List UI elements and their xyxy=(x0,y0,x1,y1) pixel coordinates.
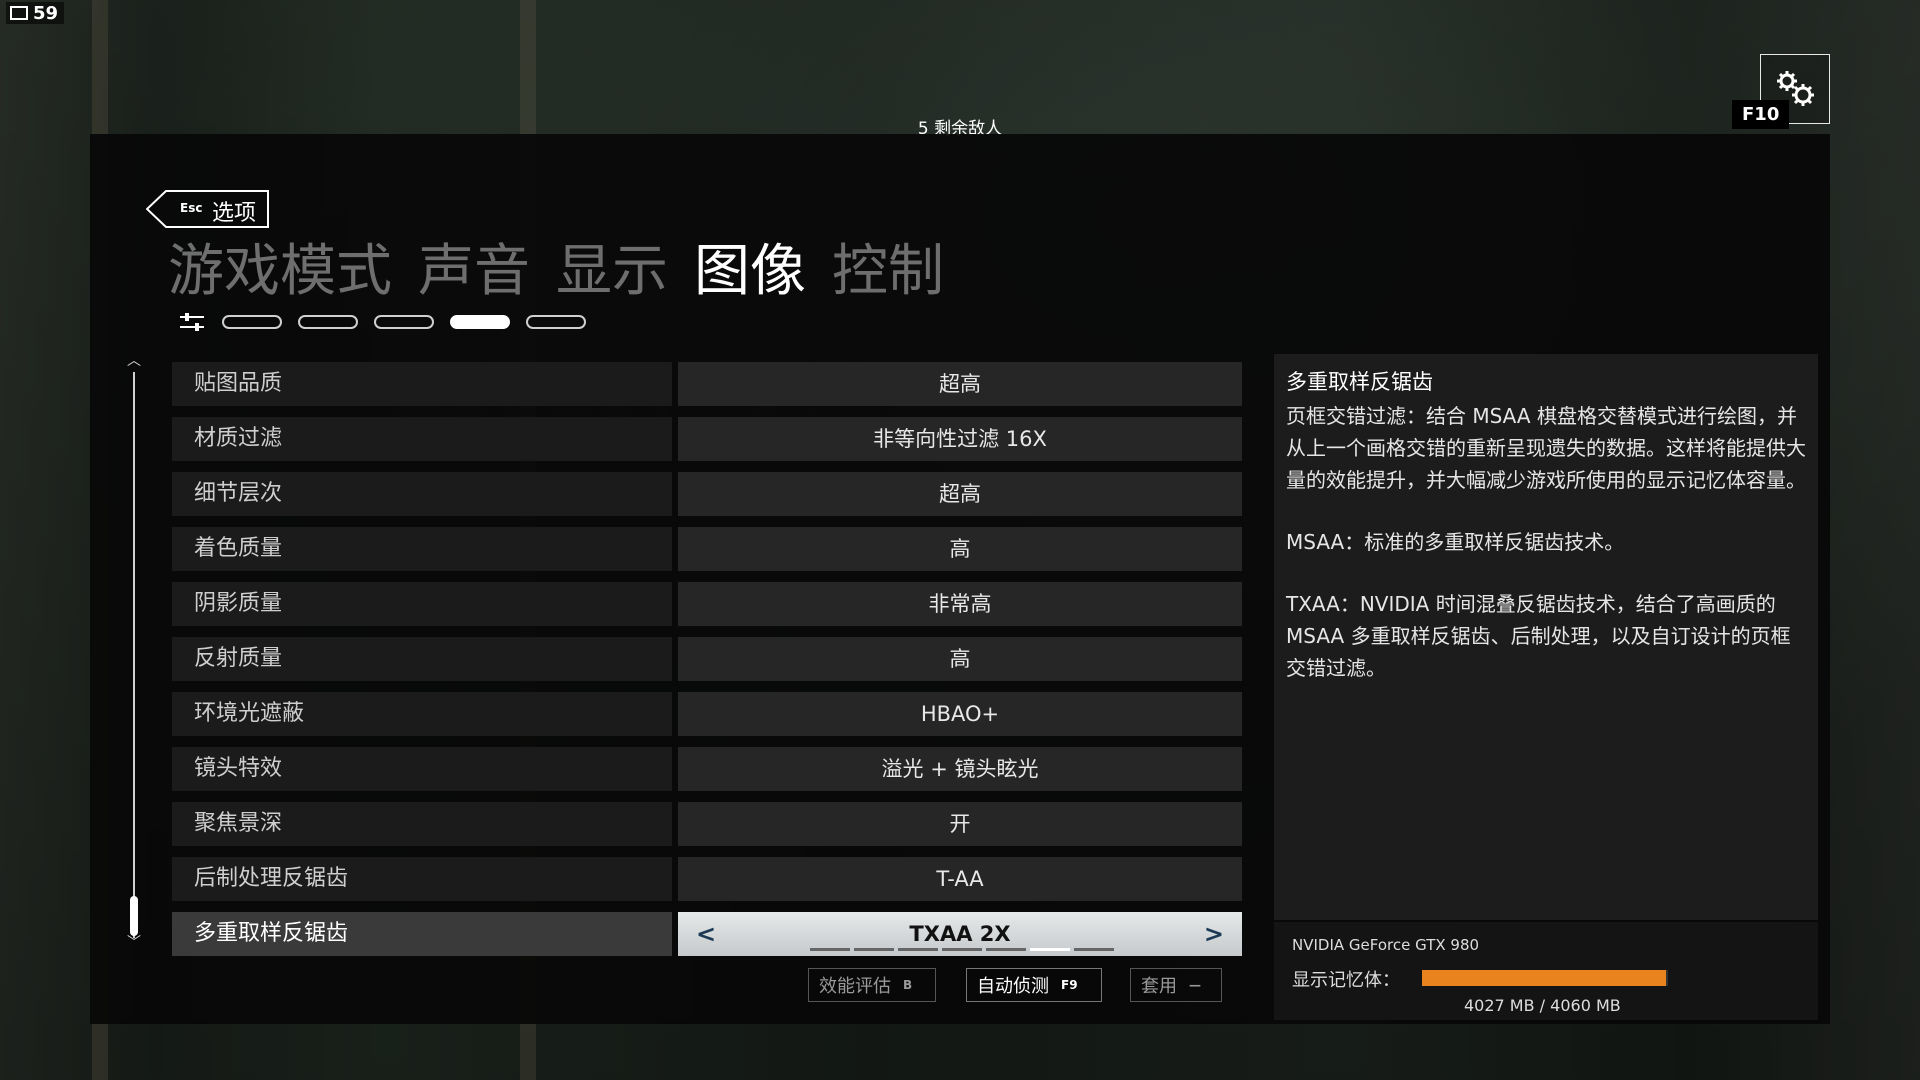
setting-value[interactable]: 开 xyxy=(678,802,1242,846)
fps-counter: 59 xyxy=(6,2,65,24)
pager-pip-display[interactable] xyxy=(374,315,434,329)
setting-label: 多重取样反锯齿 xyxy=(172,912,672,956)
back-label: 选项 xyxy=(212,201,257,226)
setting-label: 阴影质量 xyxy=(172,582,672,626)
sliders-icon[interactable] xyxy=(178,308,206,336)
setting-row-texture-quality[interactable]: 贴图品质 超高 xyxy=(172,362,1242,406)
scroll-track[interactable] xyxy=(133,372,135,938)
setting-value[interactable]: 高 xyxy=(678,527,1242,571)
tab-display[interactable]: 显示 xyxy=(556,232,668,312)
back-button[interactable]: Esc 选项 xyxy=(146,190,269,228)
setting-row-reflection-quality[interactable]: 反射质量 高 xyxy=(172,637,1242,681)
benchmark-button[interactable]: 效能评估 B xyxy=(808,968,936,1002)
setting-row-texture-filtering[interactable]: 材质过滤 非等向性过滤 16X xyxy=(172,417,1242,461)
setting-value[interactable]: 非等向性过滤 16X xyxy=(678,417,1242,461)
setting-label: 后制处理反锯齿 xyxy=(172,857,672,901)
description-title: 多重取样反锯齿 xyxy=(1286,370,1433,394)
vram-usage-bar xyxy=(1422,970,1668,986)
setting-value[interactable]: T-AA xyxy=(678,857,1242,901)
option-tick xyxy=(854,948,894,951)
setting-value-selector[interactable]: < TXAA 2X > xyxy=(678,912,1242,956)
scroll-thumb[interactable] xyxy=(130,896,138,936)
setting-label: 镜头特效 xyxy=(172,747,672,791)
apply-label: 套用 xyxy=(1141,976,1177,997)
description-paragraph: TXAA：NVIDIA 时间混叠反锯齿技术，结合了高画质的 MSAA 多重取样反… xyxy=(1286,592,1791,680)
option-tick xyxy=(986,948,1026,951)
setting-label: 环境光遮蔽 xyxy=(172,692,672,736)
benchmark-key: B xyxy=(903,978,913,992)
setting-label: 细节层次 xyxy=(172,472,672,516)
setting-row-msaa[interactable]: 多重取样反锯齿 < TXAA 2X > xyxy=(172,912,1242,956)
setting-row-depth-of-field[interactable]: 聚焦景深 开 xyxy=(172,802,1242,846)
setting-label: 着色质量 xyxy=(172,527,672,571)
vram-label: 显示记忆体： xyxy=(1292,970,1400,991)
setting-value[interactable]: 非常高 xyxy=(678,582,1242,626)
autodetect-label: 自动侦测 xyxy=(977,976,1049,997)
apply-key: — xyxy=(1189,978,1201,992)
setting-value[interactable]: 超高 xyxy=(678,472,1242,516)
tab-controls[interactable]: 控制 xyxy=(832,232,944,312)
option-tick-active xyxy=(1030,948,1070,951)
monitor-icon xyxy=(10,6,28,20)
setting-value[interactable]: HBAO+ xyxy=(678,692,1242,736)
tab-graphics[interactable]: 图像 xyxy=(694,232,806,312)
benchmark-label: 效能评估 xyxy=(819,976,891,997)
option-tick xyxy=(898,948,938,951)
setting-label: 贴图品质 xyxy=(172,362,672,406)
option-tick xyxy=(810,948,850,951)
settings-list: 贴图品质 超高 材质过滤 非等向性过滤 16X 细节层次 超高 着色质量 高 阴… xyxy=(172,362,1242,967)
tab-pager xyxy=(178,308,586,336)
option-tick xyxy=(942,948,982,951)
setting-label: 反射质量 xyxy=(172,637,672,681)
setting-row-post-aa[interactable]: 后制处理反锯齿 T-AA xyxy=(172,857,1242,901)
scroll-down-icon[interactable]: ﹀ xyxy=(127,932,141,952)
setting-label: 材质过滤 xyxy=(172,417,672,461)
settings-key-hint: F10 xyxy=(1732,100,1790,129)
setting-row-shading-quality[interactable]: 着色质量 高 xyxy=(172,527,1242,571)
pager-pip-controls[interactable] xyxy=(526,315,586,329)
vram-value: 4027 MB / 4060 MB xyxy=(1464,996,1621,1015)
pager-pip-graphics[interactable] xyxy=(450,315,510,329)
description-paragraph: 页框交错过滤：结合 MSAA 棋盘格交替模式进行绘图，并从上一个画格交错的重新呈… xyxy=(1286,404,1806,492)
setting-label: 聚焦景深 xyxy=(172,802,672,846)
tab-sound[interactable]: 声音 xyxy=(418,232,530,312)
scroll-up-icon[interactable]: ︿ xyxy=(127,350,141,370)
setting-row-shadow-quality[interactable]: 阴影质量 非常高 xyxy=(172,582,1242,626)
option-position-indicator xyxy=(810,948,1114,951)
fps-value: 59 xyxy=(33,2,59,24)
setting-row-ambient-occlusion[interactable]: 环境光遮蔽 HBAO+ xyxy=(172,692,1242,736)
selected-option: TXAA 2X xyxy=(909,922,1011,946)
category-tabs: 游戏模式 声音 显示 图像 控制 xyxy=(168,232,944,312)
gpu-name: NVIDIA GeForce GTX 980 xyxy=(1292,936,1480,954)
pager-pip-sound[interactable] xyxy=(298,315,358,329)
setting-value[interactable]: 高 xyxy=(678,637,1242,681)
option-tick xyxy=(1074,948,1114,951)
autodetect-button[interactable]: 自动侦测 F9 xyxy=(966,968,1102,1002)
pager-pip-game-mode[interactable] xyxy=(222,315,282,329)
description-panel: 多重取样反锯齿 页框交错过滤：结合 MSAA 棋盘格交替模式进行绘图，并从上一个… xyxy=(1274,354,1818,920)
tab-game-mode[interactable]: 游戏模式 xyxy=(168,232,392,312)
autodetect-key: F9 xyxy=(1061,978,1078,992)
vram-usage-fill xyxy=(1422,970,1667,986)
apply-button[interactable]: 套用 — xyxy=(1130,968,1222,1002)
description-paragraph: MSAA：标准的多重取样反锯齿技术。 xyxy=(1286,530,1625,554)
next-option-arrow[interactable]: > xyxy=(1204,912,1224,956)
prev-option-arrow[interactable]: < xyxy=(696,912,716,956)
esc-key-label: Esc xyxy=(180,201,203,215)
setting-value[interactable]: 超高 xyxy=(678,362,1242,406)
setting-row-lod[interactable]: 细节层次 超高 xyxy=(172,472,1242,516)
setting-row-lens-effects[interactable]: 镜头特效 溢光 + 镜头眩光 xyxy=(172,747,1242,791)
setting-value[interactable]: 溢光 + 镜头眩光 xyxy=(678,747,1242,791)
gpu-info-panel: NVIDIA GeForce GTX 980 显示记忆体： 4027 MB / … xyxy=(1274,922,1818,1020)
settings-scrollbar[interactable]: ︿ ﹀ xyxy=(124,353,144,956)
